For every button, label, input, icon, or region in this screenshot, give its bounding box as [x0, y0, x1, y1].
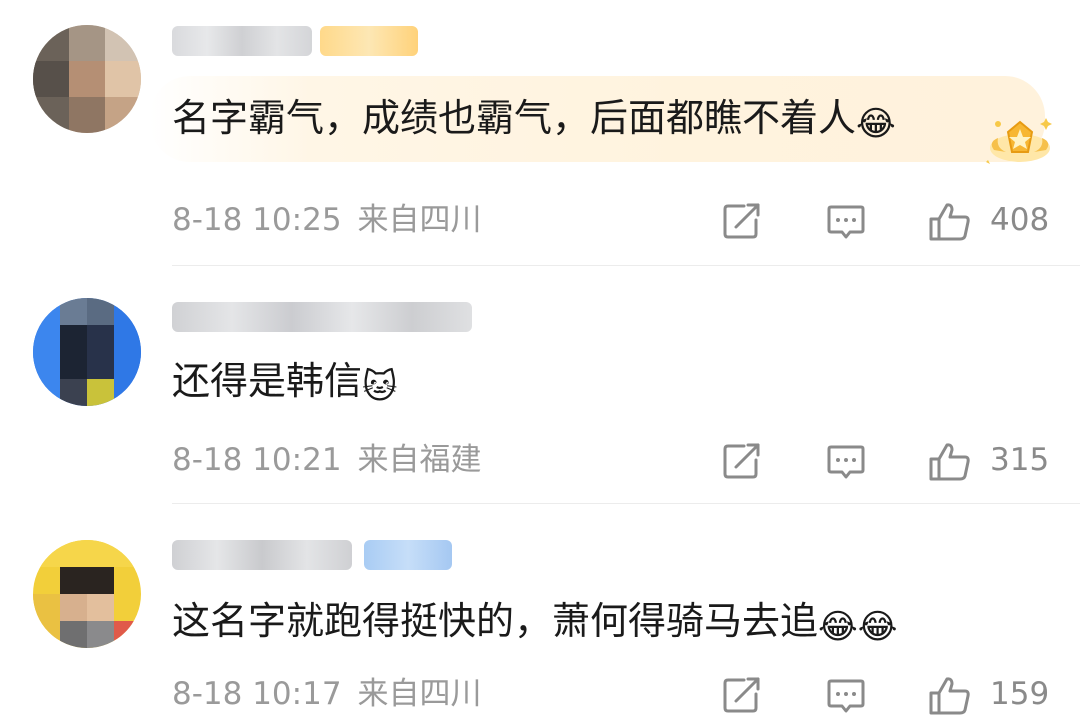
avatar[interactable] — [33, 298, 141, 406]
user-badge-blurred — [364, 540, 452, 570]
username-blurred[interactable] — [172, 302, 472, 332]
comment-text: 还得是韩信🐱 — [172, 359, 397, 409]
username-blurred[interactable] — [172, 540, 352, 570]
user-badge-blurred — [320, 26, 418, 56]
comment-location: 来自四川 — [357, 202, 482, 238]
comment-time: 8-18 10:21 — [172, 442, 342, 478]
share-icon[interactable] — [722, 676, 762, 718]
comment-meta: 8-18 10:25 来自四川 — [172, 202, 482, 238]
like-count: 315 — [990, 442, 1050, 478]
hot-comment-star-badge-icon — [984, 112, 1056, 172]
comment-item[interactable]: 还得是韩信🐱 8-18 10:21 来自福建 315 — [0, 266, 1080, 504]
thumbs-up-icon[interactable] — [928, 202, 972, 246]
comment-icon[interactable] — [826, 202, 866, 246]
cat-emoji: 🐱 — [362, 367, 398, 407]
comment-text: 这名字就跑得挺快的，萧何得骑马去追😂😂 — [172, 599, 897, 649]
comment-text: 名字霸气，成绩也霸气，后面都瞧不着人😂 — [172, 96, 896, 146]
thumbs-up-icon[interactable] — [928, 676, 972, 720]
comment-icon[interactable] — [826, 442, 866, 486]
laughing-tears-emoji: 😂😂 — [818, 607, 898, 647]
comment-text-content: 还得是韩信 — [172, 359, 363, 403]
share-icon[interactable] — [722, 202, 762, 244]
comment-time: 8-18 10:17 — [172, 676, 342, 712]
comment-location: 来自福建 — [357, 442, 482, 478]
like-count: 159 — [990, 676, 1050, 712]
thumbs-up-icon[interactable] — [928, 442, 972, 486]
comment-meta: 8-18 10:17 来自四川 — [172, 676, 482, 712]
comment-text-content: 名字霸气，成绩也霸气，后面都瞧不着人 — [172, 96, 857, 140]
avatar[interactable] — [33, 25, 141, 133]
like-count: 408 — [990, 202, 1050, 238]
comment-text-content: 这名字就跑得挺快的，萧何得骑马去追 — [172, 599, 819, 643]
laughing-tears-emoji: 😂 — [856, 104, 896, 144]
comment-meta: 8-18 10:21 来自福建 — [172, 442, 482, 478]
comment-time: 8-18 10:25 — [172, 202, 342, 238]
comment-location: 来自四川 — [357, 676, 482, 712]
comment-item[interactable]: 名字霸气，成绩也霸气，后面都瞧不着人😂 8-18 10:25 来自四川 408 — [0, 0, 1080, 266]
share-icon[interactable] — [722, 442, 762, 484]
comment-icon[interactable] — [826, 676, 866, 720]
comment-item[interactable]: 这名字就跑得挺快的，萧何得骑马去追😂😂 8-18 10:17 来自四川 159 — [0, 504, 1080, 720]
avatar[interactable] — [33, 540, 141, 648]
username-blurred[interactable] — [172, 26, 312, 56]
